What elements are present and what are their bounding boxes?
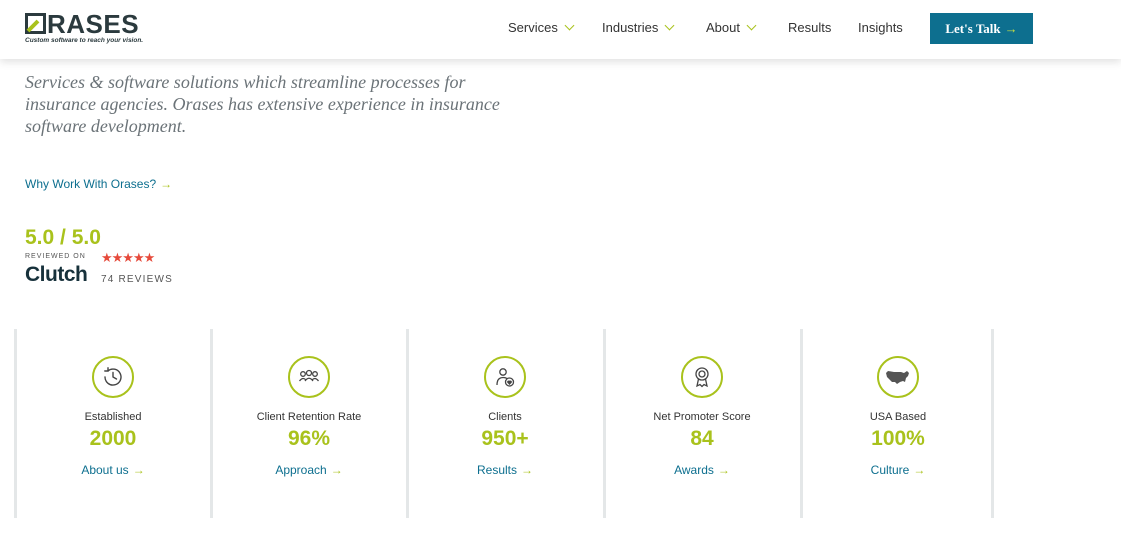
client-heart-icon xyxy=(484,356,526,398)
approach-link[interactable]: Approach → xyxy=(214,463,404,477)
stat-divider xyxy=(603,329,606,518)
why-work-with-orases-link[interactable]: Why Work With Orases? → xyxy=(25,177,172,191)
stat-divider xyxy=(406,329,409,518)
stat-divider xyxy=(210,329,213,518)
logo-text: RASES xyxy=(47,9,140,39)
nav-results-label: Results xyxy=(788,20,832,35)
stat-established: Established 2000 About us → xyxy=(18,356,208,477)
approach-label: Approach xyxy=(275,463,327,477)
orases-logo[interactable]: RASES Custom software to reach your visi… xyxy=(25,11,165,47)
rating-stars-icon: ★★★★★ xyxy=(101,250,155,265)
chevron-down-icon xyxy=(746,20,757,31)
arrow-right-icon: → xyxy=(913,463,926,477)
logo-wordmark: RASES xyxy=(25,11,139,37)
stat-divider xyxy=(14,329,17,518)
stat-label: Client Retention Rate xyxy=(256,411,362,423)
arrow-right-icon: → xyxy=(1004,21,1018,36)
stat-label: USA Based xyxy=(869,411,927,423)
nav-insights-label: Insights xyxy=(858,20,903,35)
awards-link[interactable]: Awards → xyxy=(607,463,797,477)
nav-results[interactable]: Results xyxy=(788,20,831,35)
stat-value: 100% xyxy=(871,427,925,450)
group-people-icon xyxy=(288,356,330,398)
stat-value: 96% xyxy=(287,427,331,450)
arrow-right-icon: → xyxy=(717,463,730,477)
stat-clients: Clients 950+ Results → xyxy=(410,356,600,477)
chevron-down-icon xyxy=(564,20,575,31)
nav-services-label: Services xyxy=(508,20,558,35)
clutch-score: 5.0 / 5.0 xyxy=(25,226,101,249)
arrow-right-icon: → xyxy=(521,463,533,477)
history-clock-icon xyxy=(92,356,134,398)
nav-industries-label: Industries xyxy=(602,20,659,35)
results-label: Results xyxy=(476,463,517,477)
stat-net-promoter-score: Net Promoter Score 84 Awards → xyxy=(607,356,797,477)
nav-insights[interactable]: Insights xyxy=(858,20,903,35)
lets-talk-label: Let's Talk xyxy=(945,21,1001,36)
about-us-link[interactable]: About us → xyxy=(18,463,208,477)
culture-label: Culture xyxy=(870,463,910,477)
nav-services[interactable]: Services xyxy=(508,20,575,35)
stat-value: 2000 xyxy=(89,427,137,450)
nav-about[interactable]: About xyxy=(706,20,757,35)
clutch-logo: Clutch xyxy=(25,263,88,286)
stat-client-retention: Client Retention Rate 96% Approach → xyxy=(214,356,404,477)
stat-label: Net Promoter Score xyxy=(653,411,751,423)
stat-label: Established xyxy=(84,411,142,423)
chevron-down-icon xyxy=(664,20,675,31)
about-us-label: About us xyxy=(81,463,129,477)
arrow-right-icon: → xyxy=(160,177,173,191)
stat-value: 84 xyxy=(690,427,714,450)
intro-text: Services & software solutions which stre… xyxy=(25,72,500,136)
why-link-label: Why Work With Orases? xyxy=(25,177,157,191)
culture-link[interactable]: Culture → xyxy=(803,463,993,477)
stat-label: Clients xyxy=(488,411,522,423)
arrow-right-icon: → xyxy=(132,463,145,477)
logo-tagline: Custom software to reach your vision. xyxy=(25,37,144,44)
stat-value: 950+ xyxy=(481,427,529,450)
usa-map-icon xyxy=(877,356,919,398)
nav-about-label: About xyxy=(706,20,740,35)
logo-o-mark xyxy=(25,12,46,34)
nav-industries[interactable]: Industries xyxy=(602,20,675,35)
award-ribbon-icon xyxy=(681,356,723,398)
site-header: RASES Custom software to reach your visi… xyxy=(0,0,1121,59)
lets-talk-button[interactable]: Let's Talk → xyxy=(930,13,1033,44)
arrow-right-icon: → xyxy=(330,463,343,477)
stat-usa-based: USA Based 100% Culture → xyxy=(803,356,993,477)
awards-label: Awards xyxy=(674,463,714,477)
results-link[interactable]: Results → xyxy=(410,463,600,477)
reviewed-on-label: REVIEWED ON xyxy=(25,253,86,260)
review-count: 74 REVIEWS xyxy=(101,274,174,285)
